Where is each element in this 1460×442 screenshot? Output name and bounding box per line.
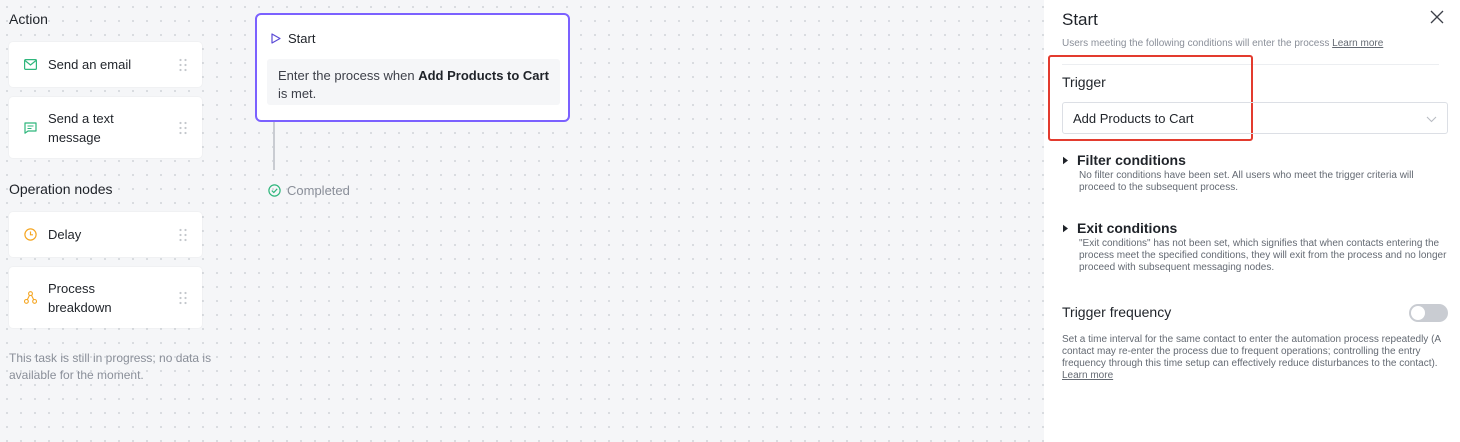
exit-conditions-title: Exit conditions <box>1077 220 1178 236</box>
palette-item-process-breakdown[interactable]: Process breakdown <box>9 267 202 328</box>
filter-conditions-section: Filter conditions No filter conditions h… <box>1062 152 1448 194</box>
flow-connector <box>273 122 275 170</box>
panel-subtitle: Users meeting the following conditions w… <box>1062 38 1383 49</box>
drag-handle-icon[interactable] <box>178 228 188 242</box>
palette-item-label: Delay <box>48 227 82 242</box>
trigger-frequency-title: Trigger frequency <box>1062 304 1172 320</box>
mail-icon <box>23 58 37 72</box>
filter-conditions-desc: No filter conditions have been set. All … <box>1079 170 1414 193</box>
message-icon <box>23 121 37 135</box>
filter-conditions-toggle[interactable]: Filter conditions <box>1062 152 1448 168</box>
action-section-title: Action <box>9 11 48 27</box>
check-circle-icon <box>268 184 281 197</box>
start-node-description: Enter the process when Add Products to C… <box>267 59 560 105</box>
close-icon[interactable] <box>1430 10 1444 24</box>
trigger-frequency-switch[interactable] <box>1409 304 1448 322</box>
caret-right-icon <box>1062 224 1069 233</box>
panel-title: Start <box>1062 10 1098 29</box>
completed-node: Completed <box>268 183 350 198</box>
branch-icon <box>23 291 37 305</box>
trigger-select-value: Add Products to Cart <box>1073 110 1194 126</box>
palette-item-send-text[interactable]: Send a text message <box>9 97 202 158</box>
trigger-select[interactable]: Add Products to Cart <box>1062 102 1448 134</box>
exit-conditions-toggle[interactable]: Exit conditions <box>1062 220 1448 236</box>
progress-note: This task is still in progress; no data … <box>9 351 212 382</box>
start-node[interactable]: Start Enter the process when Add Product… <box>255 13 570 122</box>
caret-right-icon <box>1062 156 1069 165</box>
palette-item-label: Process breakdown <box>48 280 112 315</box>
start-node-header: Start <box>271 31 315 46</box>
start-node-title: Start <box>288 31 316 46</box>
learn-more-link[interactable]: Learn more <box>1332 38 1383 49</box>
drag-handle-icon[interactable] <box>178 58 188 72</box>
drag-handle-icon[interactable] <box>178 121 188 135</box>
trigger-frequency-desc: Set a time interval for the same contact… <box>1062 334 1448 382</box>
start-settings-panel: Start Users meeting the following condit… <box>1044 0 1460 442</box>
palette-item-delay[interactable]: Delay <box>9 212 202 257</box>
play-icon <box>271 33 281 44</box>
completed-label: Completed <box>287 183 350 198</box>
panel-subtitle-text: Users meeting the following conditions w… <box>1062 38 1330 49</box>
palette-item-label: Send an email <box>48 57 132 72</box>
start-desc-trigger: Add Products to Cart <box>418 68 549 83</box>
exit-conditions-section: Exit conditions "Exit conditions" has no… <box>1062 220 1448 274</box>
drag-handle-icon[interactable] <box>178 291 188 305</box>
trigger-label: Trigger <box>1062 74 1106 90</box>
freq-learn-more-link[interactable]: Learn more <box>1062 370 1113 381</box>
exit-conditions-desc: "Exit conditions" has not been set, whic… <box>1079 238 1447 273</box>
operation-section-title: Operation nodes <box>9 181 113 197</box>
palette-item-send-email[interactable]: Send an email <box>9 42 202 87</box>
filter-conditions-title: Filter conditions <box>1077 152 1186 168</box>
clock-icon <box>23 228 37 242</box>
start-desc-suffix: is met. <box>278 86 317 101</box>
chevron-down-icon <box>1426 111 1437 126</box>
start-desc-prefix: Enter the process when <box>278 68 419 83</box>
palette-item-label: Send a text message <box>48 110 114 145</box>
freq-desc-text: Set a time interval for the same contact… <box>1062 334 1441 369</box>
